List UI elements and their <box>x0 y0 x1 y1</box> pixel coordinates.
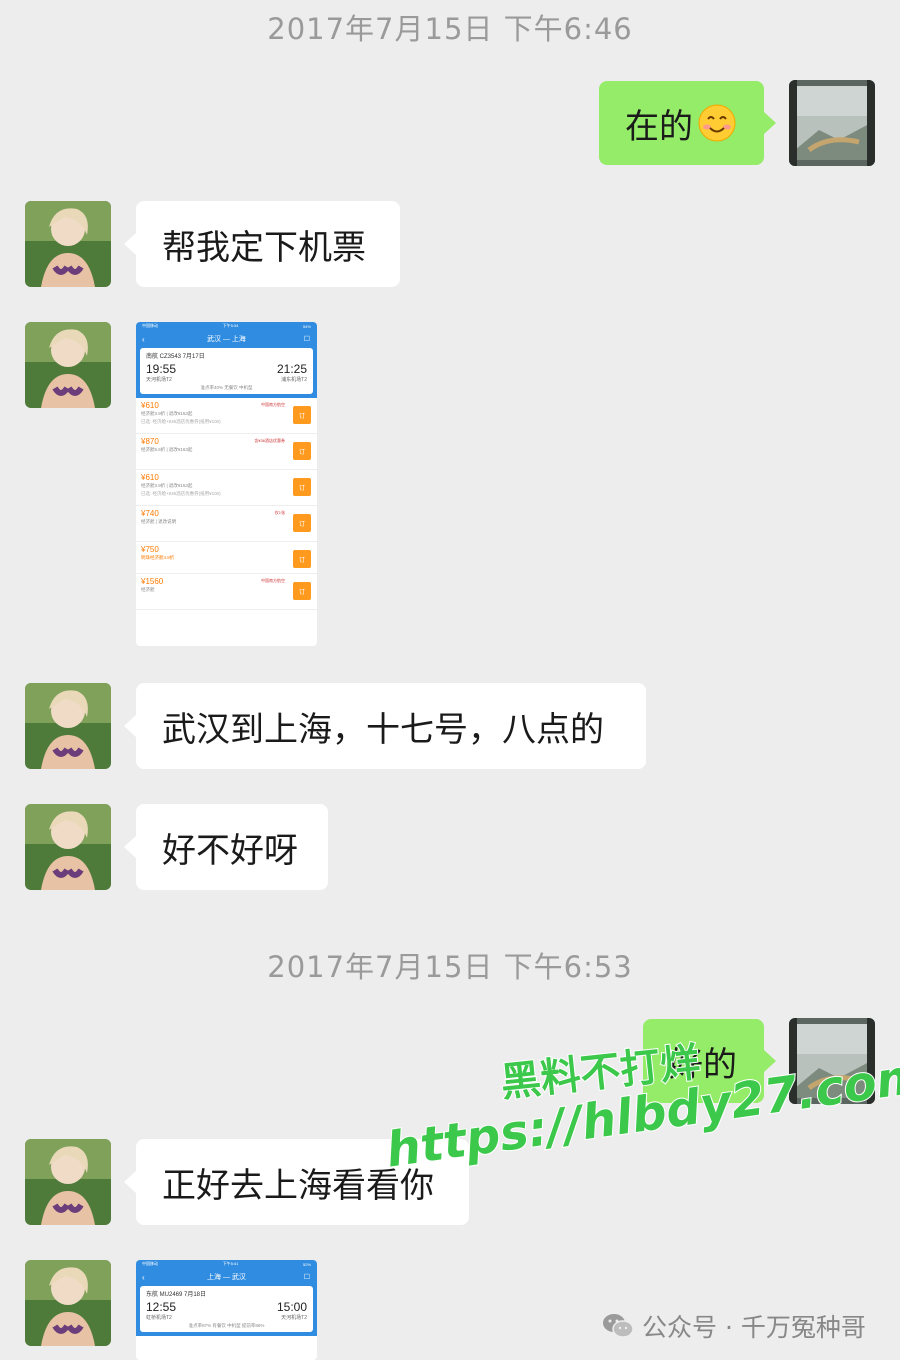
message-text: 好不好呀 <box>162 830 298 871</box>
battery-text: 52% <box>302 1261 311 1267</box>
fare-class: 明珠经济舱4.8折 <box>141 555 175 560</box>
message-bubble-contact[interactable]: 帮我定下机票 <box>136 201 400 287</box>
flight-meta: 准点率40% 无餐饮 中机型 <box>200 385 253 390</box>
flight-screenshot-image[interactable]: 中国移动 下午5:34 54% ‹ 武汉 — 上海 ☐ 南航 CZ3543 7月… <box>136 322 317 646</box>
fare-row: ¥1560 经济舱 中国南方航空 订 <box>136 574 317 610</box>
flight-card-wrap: 东航 MU2469 7月18日 12:55 15:00 虹桥机场T2 天河机场T… <box>136 1286 317 1336</box>
arrival-airport: 浦东机场T2 <box>281 377 307 383</box>
status-bar: 中国移动 下午5:41 52% <box>136 1260 317 1268</box>
fare-row: ¥740 经济舱 | 退改说明 仅1张 订 <box>136 506 317 542</box>
fare-class: 经济舱 <box>141 587 155 592</box>
nav-bar: ‹ 武汉 — 上海 ☐ <box>136 330 317 348</box>
back-icon: ‹ <box>142 1272 145 1282</box>
clock-text: 下午5:41 <box>222 1261 239 1266</box>
fare-price: ¥740 <box>141 509 159 518</box>
fare-price: ¥870 <box>141 437 159 446</box>
avatar-contact[interactable] <box>25 322 111 408</box>
book-button: 订 <box>293 550 311 568</box>
fare-row: ¥870 经济舱5.6折 | 退改¥163起 含¥36酒店优惠券 订 <box>136 434 317 470</box>
back-icon: ‹ <box>142 334 145 344</box>
fare-class: 经济舱3.9折 | 退改¥163起 <box>141 411 193 416</box>
fare-row: ¥610 经济舱3.9折 | 退改¥163起 已选: 经济舱+¥36酒店优惠券(… <box>136 398 317 434</box>
book-button: 订 <box>293 582 311 600</box>
arrival-time: 15:00 <box>276 1300 307 1314</box>
share-icon: ☐ <box>303 336 310 343</box>
book-button: 订 <box>293 442 311 460</box>
wechat-icon <box>603 1314 634 1338</box>
brand-text: 公众号 · 千万冤种哥 <box>642 1313 866 1342</box>
timestamp: 2017年7月15日 下午6:46 <box>267 12 633 46</box>
flight-card: 南航 CZ3543 7月17日 19:55 21:25 天河机场T2 浦东机场T… <box>140 348 313 394</box>
avatar-contact[interactable] <box>25 683 111 769</box>
message-text: 武汉到上海，十七号，八点的 <box>162 709 604 750</box>
fare-row: ¥610 经济舱3.9折 | 退改¥163起 已选: 经济舱+¥36酒店优惠券(… <box>136 470 317 506</box>
fare-class: 经济舱3.9折 | 退改¥163起 <box>141 483 193 488</box>
avatar-contact[interactable] <box>25 1139 111 1225</box>
fare-tag: 中国南方航空 <box>261 402 285 407</box>
book-button: 订 <box>293 514 311 532</box>
share-icon: ☐ <box>303 1274 310 1281</box>
bubble-tail <box>124 836 136 858</box>
fare-tag: 仅1张 <box>274 510 285 515</box>
fare-price: ¥750 <box>141 545 159 554</box>
bubble-tail <box>124 233 136 255</box>
message-bubble-contact[interactable]: 好不好呀 <box>136 804 328 890</box>
fare-extra: 已选: 经济舱+¥36酒店优惠券(抵用¥100) <box>141 491 221 496</box>
avatar-contact[interactable] <box>25 201 111 287</box>
avatar-contact[interactable] <box>25 804 111 890</box>
fare-extra: 已选: 经济舱+¥36酒店优惠券(抵用¥100) <box>141 419 221 424</box>
flight-card-wrap: 南航 CZ3543 7月17日 19:55 21:25 天河机场T2 浦东机场T… <box>136 348 317 398</box>
arrival-time: 21:25 <box>276 362 307 376</box>
fare-price: ¥610 <box>141 473 159 482</box>
fare-tag: 中国南方航空 <box>261 578 285 583</box>
departure-airport: 虹桥机场T2 <box>146 1315 172 1321</box>
departure-time: 12:55 <box>146 1300 177 1314</box>
message-text: 帮我定下机票 <box>162 227 366 268</box>
fare-class: 经济舱5.6折 | 退改¥163起 <box>141 447 193 452</box>
clock-text: 下午5:34 <box>222 323 239 328</box>
battery-text: 54% <box>302 323 311 329</box>
fare-price: ¥610 <box>141 401 159 410</box>
status-bar: 中国移动 下午5:34 54% <box>136 322 317 330</box>
flight-number: 东航 MU2469 7月18日 <box>146 1292 207 1298</box>
avatar-self[interactable] <box>789 80 875 166</box>
fare-class: 经济舱 | 退改说明 <box>141 519 177 524</box>
avatar-contact[interactable] <box>25 1260 111 1346</box>
carrier-text: 中国移动 <box>142 323 158 328</box>
fare-tag: 含¥36酒店优惠券 <box>254 438 285 443</box>
flight-meta: 准点率87% 有餐饮 中机型 提前率86% <box>188 1323 265 1328</box>
brand-footer: 公众号 · 千万冤种哥 <box>602 1308 866 1344</box>
flight-number: 南航 CZ3543 7月17日 <box>146 354 205 360</box>
carrier-text: 中国移动 <box>142 1261 158 1266</box>
book-button: 订 <box>293 478 311 496</box>
flight-card: 东航 MU2469 7月18日 12:55 15:00 虹桥机场T2 天河机场T… <box>140 1286 313 1332</box>
flight-screenshot-image[interactable]: 中国移动 下午5:41 52% ‹ 上海 — 武汉 ☐ 东航 MU2469 7月… <box>136 1260 317 1360</box>
message-bubble-self[interactable]: 在的 <box>599 81 764 165</box>
fare-price: ¥1560 <box>141 577 164 586</box>
timestamp: 2017年7月15日 下午6:53 <box>267 950 633 984</box>
book-button: 订 <box>293 406 311 424</box>
route-title: 武汉 — 上海 <box>207 336 246 343</box>
message-text: 在的 <box>625 106 693 147</box>
route-title: 上海 — 武汉 <box>207 1274 246 1281</box>
fare-row: ¥750 明珠经济舱4.8折 订 <box>136 542 317 574</box>
bubble-tail <box>764 112 776 134</box>
bubble-tail <box>124 1171 136 1193</box>
arrival-airport: 天河机场T2 <box>281 1315 307 1321</box>
bubble-tail <box>124 715 136 737</box>
departure-time: 19:55 <box>146 362 177 376</box>
departure-airport: 天河机场T2 <box>146 377 172 383</box>
message-bubble-contact[interactable]: 武汉到上海，十七号，八点的 <box>136 683 646 769</box>
smile-emoji-icon <box>698 104 736 142</box>
nav-bar: ‹ 上海 — 武汉 ☐ <box>136 1268 317 1286</box>
